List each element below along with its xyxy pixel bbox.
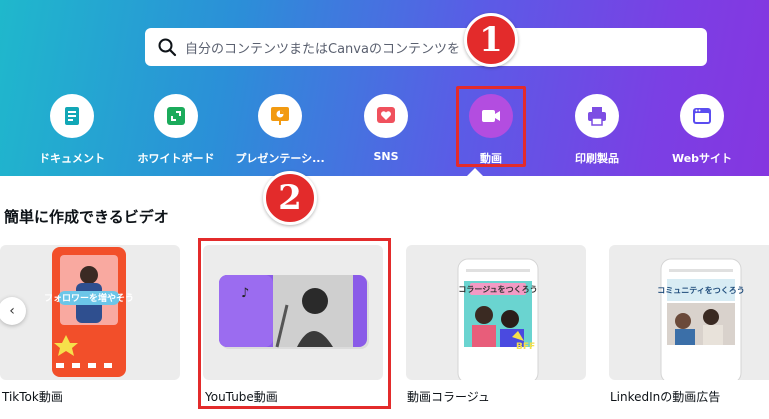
category-label: SNS	[373, 150, 399, 163]
template-card-tiktok[interactable]: フォロワーを増やそう	[0, 245, 180, 380]
selected-tab-indicator	[466, 168, 484, 177]
linkedin-preview: コミュニティをつくろう	[657, 258, 745, 380]
category-document[interactable]: ドキュメント	[22, 94, 122, 166]
section-title: 簡単に作成できるビデオ	[4, 208, 169, 226]
step-2-badge: 2	[263, 171, 317, 225]
whiteboard-icon	[154, 94, 198, 138]
category-sns[interactable]: SNS	[336, 94, 436, 163]
printer-icon	[575, 94, 619, 138]
category-whiteboard[interactable]: ホワイトボード	[126, 94, 226, 166]
category-print[interactable]: 印刷製品	[547, 94, 647, 166]
youtube-card-highlight	[198, 238, 391, 409]
category-presentation[interactable]: プレゼンテーシ...	[230, 94, 330, 166]
search-bar[interactable]: 自分のコンテンツまたはCanvaのコンテンツを	[145, 28, 707, 66]
template-label: LinkedInの動画広告	[610, 390, 721, 404]
category-label: ドキュメント	[39, 152, 105, 165]
video-category-highlight	[456, 86, 526, 167]
template-label: 動画コラージュ	[407, 390, 490, 404]
category-website[interactable]: Webサイト	[652, 94, 752, 166]
category-label: Webサイト	[671, 152, 733, 165]
template-label: TikTok動画	[2, 390, 63, 404]
search-icon	[157, 37, 177, 57]
presentation-icon	[258, 94, 302, 138]
category-label: ホワイトボード	[137, 152, 215, 165]
tiktok-preview-text: フォロワーを増やそう	[44, 292, 134, 304]
collage-preview-text: コラージュをつくろう	[458, 285, 537, 294]
category-label: 印刷製品	[575, 152, 619, 165]
hero-banner: 自分のコンテンツまたはCanvaのコンテンツを ドキュメント ホワイトボード プ…	[0, 0, 769, 176]
browser-window-icon	[680, 94, 724, 138]
linkedin-preview-text: コミュニティをつくろう	[657, 286, 745, 295]
search-input[interactable]: 自分のコンテンツまたはCanvaのコンテンツを	[185, 38, 460, 57]
tiktok-preview: フォロワーを増やそう	[44, 247, 134, 377]
collage-preview: コラージュをつくろう BFF	[457, 258, 539, 380]
step-1-badge: 1	[464, 13, 518, 67]
template-card-collage[interactable]: コラージュをつくろう BFF	[406, 245, 586, 380]
category-label: プレゼンテーシ...	[235, 152, 325, 165]
svg-text:BFF: BFF	[516, 342, 535, 352]
document-icon	[50, 94, 94, 138]
heart-icon	[364, 94, 408, 138]
template-card-linkedin[interactable]: コミュニティをつくろう	[609, 245, 769, 380]
